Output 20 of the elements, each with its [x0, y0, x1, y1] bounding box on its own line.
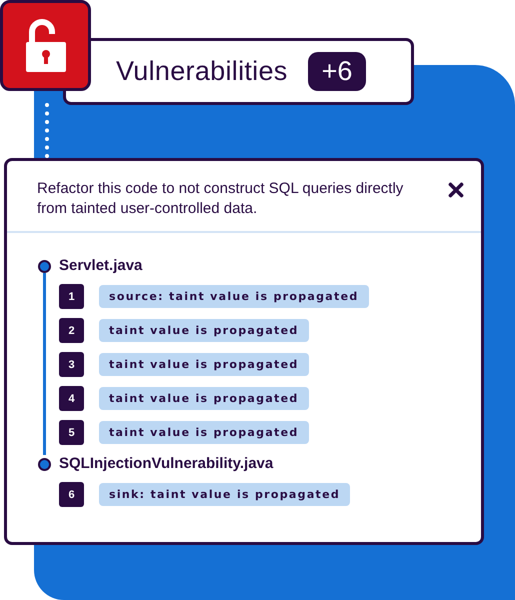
step-number: 2 — [59, 318, 84, 343]
step-label[interactable]: source: taint value is propagated — [99, 285, 369, 308]
count-badge: +6 — [308, 52, 366, 91]
timeline-dot — [38, 458, 50, 471]
file-name: Servlet.java — [59, 257, 144, 275]
step-label[interactable]: taint value is propagated — [99, 353, 309, 376]
step-number: 4 — [59, 386, 84, 411]
step-label[interactable]: taint value is propagated — [99, 319, 309, 342]
step-number: 6 — [59, 482, 84, 507]
step-number: 3 — [59, 352, 84, 377]
title: Vulnerabilities — [116, 56, 288, 87]
step-label[interactable]: sink: taint value is propagated — [99, 483, 350, 506]
step-label[interactable]: taint value is propagated — [99, 421, 309, 444]
unlocked-padlock-icon — [24, 18, 68, 74]
file-name: SQLInjectionVulnerability.java — [59, 455, 274, 473]
step-number: 1 — [59, 284, 84, 309]
step-label[interactable]: taint value is propagated — [99, 387, 309, 410]
step-number: 5 — [59, 420, 84, 445]
timeline-dot — [38, 260, 50, 273]
issue-message: Refactor this code to not construct SQL queries directly from tainted user-controlled data. — [37, 179, 404, 219]
